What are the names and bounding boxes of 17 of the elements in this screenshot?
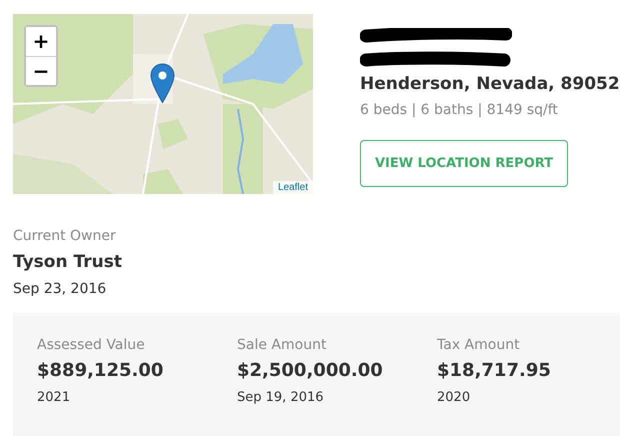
owner-label: Current Owner bbox=[13, 228, 117, 244]
owner-date: Sep 23, 2016 bbox=[13, 281, 108, 297]
stat-note: Sep 19, 2016 bbox=[237, 390, 325, 405]
marker-icon[interactable] bbox=[150, 63, 175, 104]
stat-label: Tax Amount bbox=[437, 337, 521, 353]
stat-note: 2020 bbox=[437, 390, 472, 405]
property-address: Henderson, Nevada, 89052 bbox=[360, 74, 620, 94]
stat-label: Assessed Value bbox=[37, 337, 146, 353]
zoom-out-button[interactable]: − bbox=[26, 56, 56, 85]
stat-value: $18,717.95 bbox=[437, 360, 552, 381]
stat-label: Sale Amount bbox=[237, 337, 328, 353]
stat-value: $889,125.00 bbox=[37, 360, 164, 381]
property-details: 6 beds | 6 baths | 8149 sq/ft bbox=[360, 102, 559, 118]
stat-note: 2021 bbox=[37, 390, 72, 405]
owner-name: Tyson Trust bbox=[13, 252, 123, 272]
stat-value: $2,500,000.00 bbox=[237, 360, 384, 381]
attribution-link[interactable]: Leaflet bbox=[272, 181, 313, 194]
